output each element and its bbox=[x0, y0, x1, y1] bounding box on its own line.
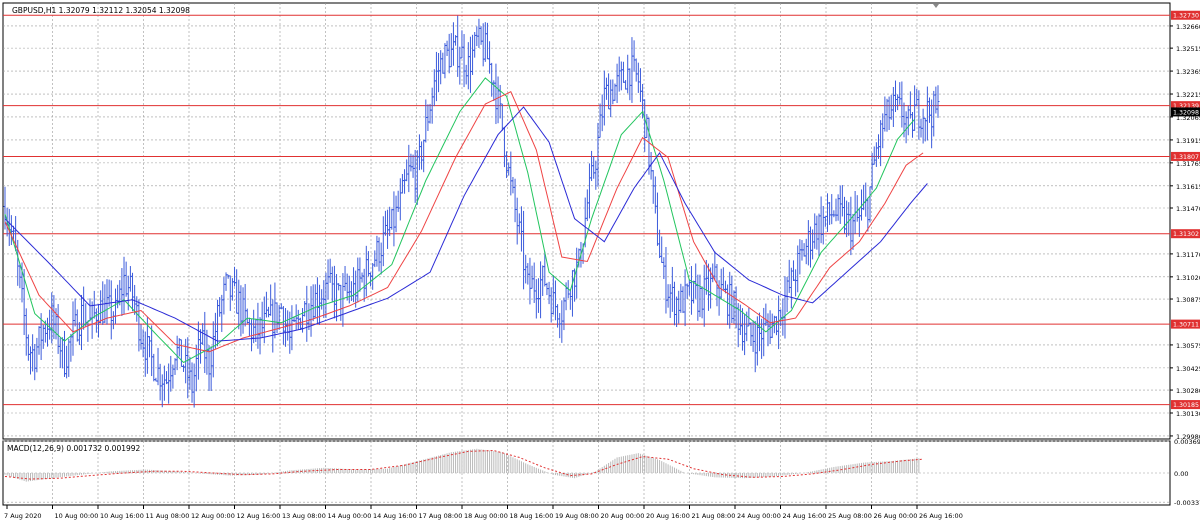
macd-axis-label: -0.00337 bbox=[1174, 499, 1200, 507]
price-axis-label: 1.31765 bbox=[1176, 160, 1200, 168]
time-axis-label: 14 Aug 00:00 bbox=[328, 512, 372, 520]
price-axis-label: 1.32515 bbox=[1176, 45, 1200, 53]
time-axis-label: 19 Aug 08:00 bbox=[555, 512, 599, 520]
price-axis-label: 1.31170 bbox=[1176, 251, 1200, 259]
price-axis-label: 1.32065 bbox=[1176, 114, 1200, 122]
price-axis-label: 1.30425 bbox=[1176, 365, 1200, 373]
time-axis-label: 11 Aug 08:00 bbox=[146, 512, 190, 520]
price-axis-label: 1.30280 bbox=[1176, 387, 1200, 395]
time-axis-label: 26 Aug 00:00 bbox=[874, 512, 918, 520]
level-price-label: 1.31302 bbox=[1173, 231, 1199, 238]
time-axis-label: 12 Aug 16:00 bbox=[237, 512, 281, 520]
time-axis-label: 14 Aug 16:00 bbox=[373, 512, 417, 520]
macd-axis-label: 0.003696 bbox=[1174, 438, 1200, 446]
price-axis-label: 1.31470 bbox=[1176, 205, 1200, 213]
level-price-label: 1.30185 bbox=[1173, 402, 1199, 409]
symbol-header: GBPUSD,H1 1.32079 1.32112 1.32054 1.3209… bbox=[12, 6, 190, 15]
macd-axis-label: 0.00 bbox=[1174, 470, 1188, 478]
time-axis-label: 13 Aug 08:00 bbox=[282, 512, 326, 520]
time-axis-label: 20 Aug 00:00 bbox=[601, 512, 645, 520]
time-axis-label: 17 Aug 08:00 bbox=[419, 512, 463, 520]
level-price-label: 1.32730 bbox=[1173, 13, 1199, 20]
time-axis-label: 12 Aug 00:00 bbox=[191, 512, 235, 520]
time-axis-label: 26 Aug 16:00 bbox=[919, 512, 963, 520]
time-axis-label: 25 Aug 08:00 bbox=[828, 512, 872, 520]
time-axis-label: 18 Aug 00:00 bbox=[464, 512, 508, 520]
price-axis-label: 1.31615 bbox=[1176, 183, 1200, 191]
price-axis-label: 1.31020 bbox=[1176, 274, 1200, 282]
macd-header: MACD(12,26,9) 0.001732 0.001992 bbox=[7, 444, 141, 453]
time-axis-label: 21 Aug 08:00 bbox=[692, 512, 736, 520]
price-axis-label: 1.30130 bbox=[1176, 410, 1200, 418]
price-axis-label: 1.32660 bbox=[1176, 23, 1200, 31]
time-axis-label: 7 Aug 2020 bbox=[4, 512, 42, 520]
price-axis-label: 1.32365 bbox=[1176, 68, 1200, 76]
time-axis-label: 20 Aug 16:00 bbox=[646, 512, 690, 520]
price-axis-label: 1.30575 bbox=[1176, 342, 1200, 350]
time-axis-label: 18 Aug 16:00 bbox=[510, 512, 554, 520]
chart-canvas[interactable]: 1.327301.321391.318071.313021.307111.301… bbox=[0, 0, 1200, 525]
time-axis-label: 24 Aug 00:00 bbox=[737, 512, 781, 520]
chart-background bbox=[0, 0, 1200, 525]
trading-chart-window[interactable]: 1.327301.321391.318071.313021.307111.301… bbox=[0, 0, 1200, 525]
price-axis-label: 1.30875 bbox=[1176, 296, 1200, 304]
price-axis-label: 1.31915 bbox=[1176, 137, 1200, 145]
time-axis-label: 24 Aug 16:00 bbox=[783, 512, 827, 520]
time-axis-label: 10 Aug 16:00 bbox=[100, 512, 144, 520]
time-axis-label: 10 Aug 00:00 bbox=[55, 512, 99, 520]
price-axis-label: 1.32215 bbox=[1176, 91, 1200, 99]
level-price-label: 1.30711 bbox=[1173, 322, 1199, 329]
